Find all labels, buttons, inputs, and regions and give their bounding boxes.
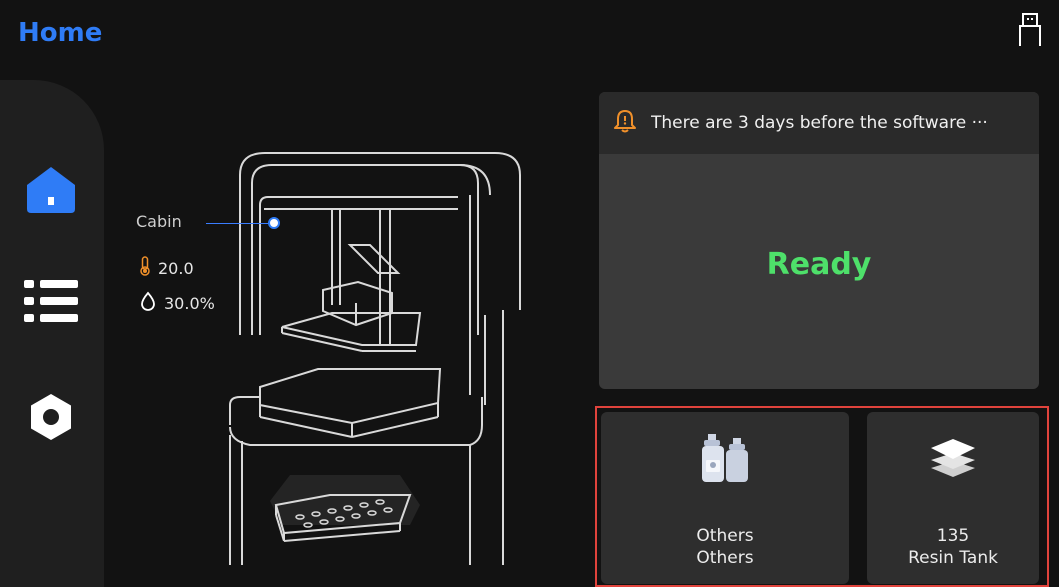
sidebar-item-settings[interactable] bbox=[24, 392, 78, 446]
home-icon bbox=[25, 165, 77, 219]
droplet-icon bbox=[140, 291, 156, 315]
temperature-value: 20.0 bbox=[158, 258, 194, 278]
resin-type-label: Others bbox=[696, 548, 754, 568]
sidebar bbox=[0, 80, 104, 587]
sidebar-item-home[interactable] bbox=[24, 165, 78, 219]
printer-status: Ready bbox=[766, 247, 872, 282]
cabin-pointer-line bbox=[206, 223, 274, 224]
printer-illustration bbox=[220, 135, 540, 575]
humidity-value: 30.0% bbox=[164, 293, 215, 313]
bell-icon bbox=[613, 108, 637, 139]
sidebar-item-list[interactable] bbox=[24, 276, 78, 330]
cabin-humidity: 30.0% bbox=[140, 291, 215, 315]
cabin-temperature: 20.0 bbox=[140, 256, 194, 280]
layers-icon bbox=[929, 428, 977, 488]
list-icon bbox=[24, 277, 78, 329]
resin-type-card[interactable]: Others Others bbox=[601, 412, 849, 584]
resin-tank-count: 135 bbox=[936, 526, 970, 546]
status-panel: There are 3 days before the software ···… bbox=[599, 92, 1039, 389]
cabin-label: Cabin bbox=[136, 212, 182, 231]
resin-tank-card[interactable]: 135 Resin Tank bbox=[867, 412, 1039, 584]
notice-text: There are 3 days before the software ··· bbox=[651, 113, 988, 133]
resin-type-value: Others bbox=[696, 526, 754, 546]
thermometer-icon bbox=[140, 256, 150, 280]
notice-bar[interactable]: There are 3 days before the software ··· bbox=[599, 92, 1039, 154]
usb-icon[interactable] bbox=[1017, 12, 1043, 48]
bottles-icon bbox=[700, 428, 750, 488]
cabin-pointer-dot bbox=[268, 217, 280, 229]
resin-tank-label: Resin Tank bbox=[908, 548, 998, 568]
gear-icon bbox=[26, 392, 76, 446]
page-title: Home bbox=[18, 18, 103, 48]
